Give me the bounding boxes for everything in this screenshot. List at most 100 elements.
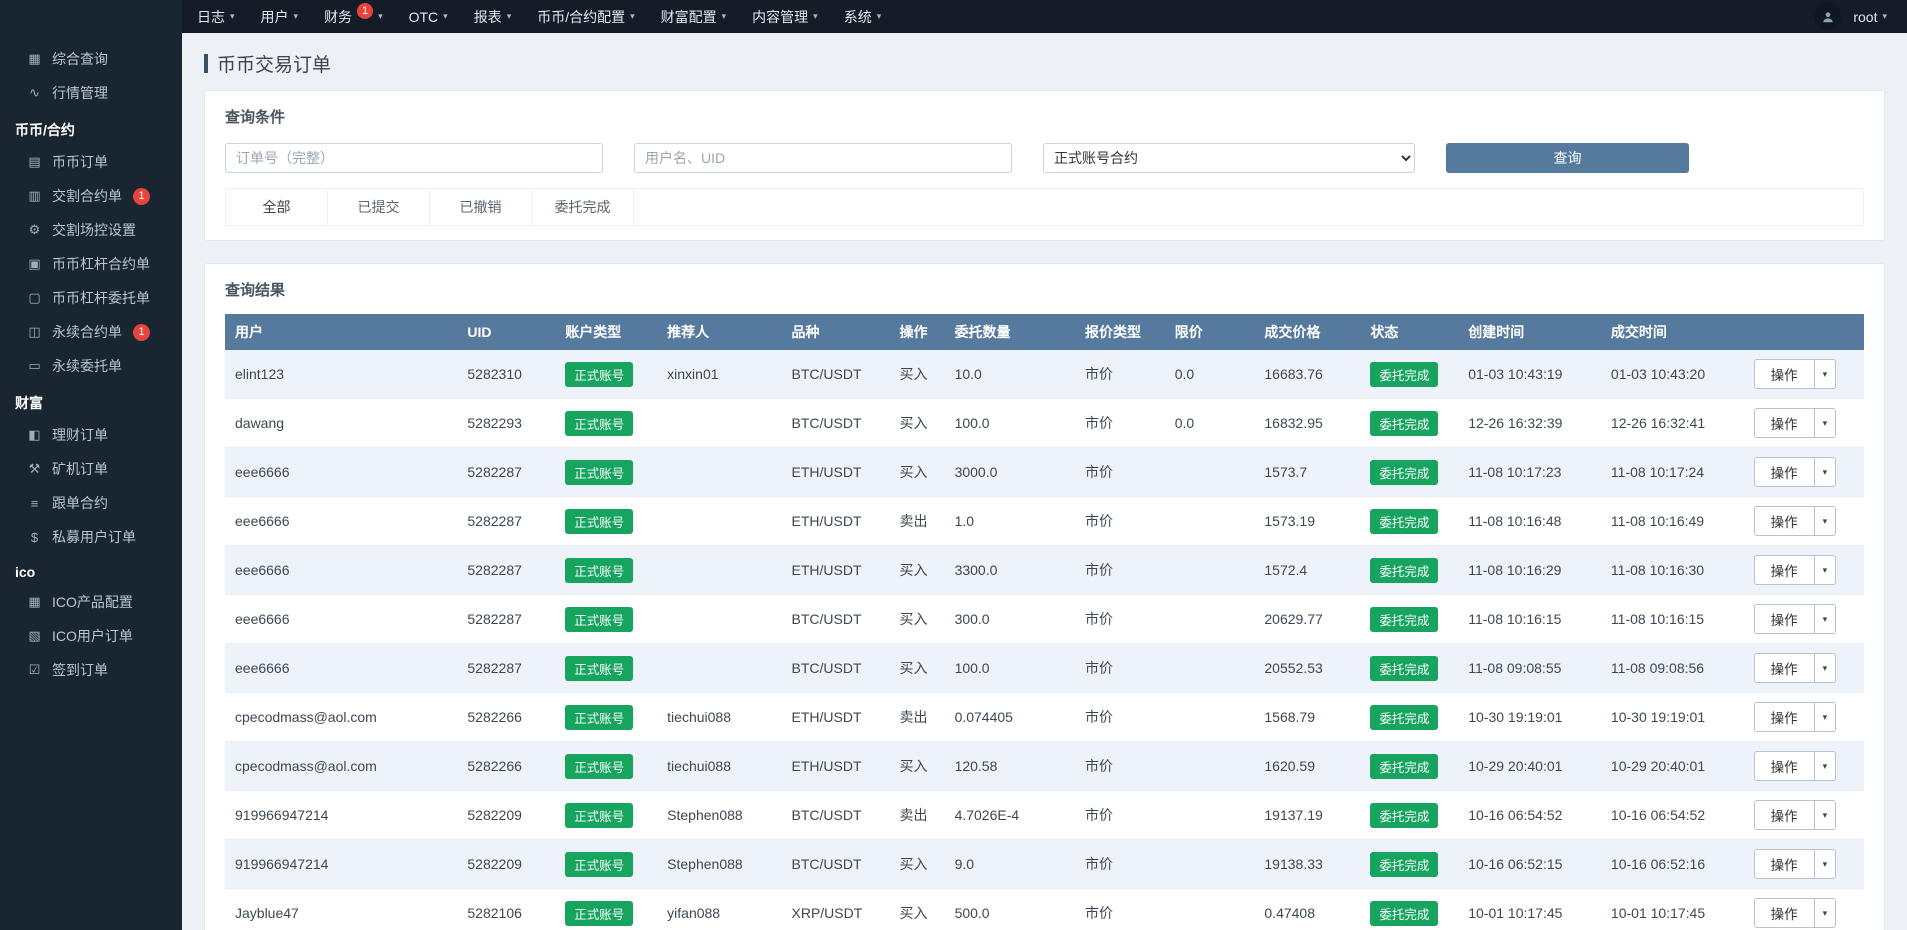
row-action-button[interactable]: 操作 [1754,506,1815,536]
row-action-caret[interactable]: ▾ [1815,702,1837,732]
sidebar-item-coin-margin-delegates[interactable]: ▢币币杠杆委托单 [0,281,182,315]
limit-price-cell: 0.0 [1165,350,1255,399]
nav-item-wealth-config[interactable]: 财富配置▾ [648,0,740,33]
sidebar-item-perpetual-delegates[interactable]: ▭永续委托单 [0,349,182,383]
row-action-button[interactable]: 操作 [1754,849,1815,879]
row-action-group: 操作▾ [1754,800,1837,830]
symbol-cell: XRP/USDT [782,889,890,930]
nav-item-content-management[interactable]: 内容管理▾ [739,0,831,33]
referrer-cell: tiechui088 [657,693,781,742]
dealt-time-cell: 10-30 19:19:01 [1601,693,1744,742]
row-action-button[interactable]: 操作 [1754,751,1815,781]
sidebar-item-private-placement-orders[interactable]: $私募用户订单 [0,520,182,554]
sidebar-item-label: ICO产品配置 [52,592,133,612]
deal-price-cell: 20629.77 [1254,595,1360,644]
sidebar-item-delivery-contracts[interactable]: ▥交割合约单1 [0,179,182,213]
user-avatar-icon[interactable] [1814,3,1841,30]
row-action-caret[interactable]: ▾ [1815,457,1837,487]
row-action-button[interactable]: 操作 [1754,653,1815,683]
uid-cell: 5282287 [457,497,555,546]
user-menu[interactable]: root ▾ [1853,9,1887,25]
search-button[interactable]: 查询 [1446,143,1689,173]
referrer-cell [657,497,781,546]
sidebar-item-checkin-orders[interactable]: ☑签到订单 [0,653,182,687]
user-cell: dawang [225,399,457,448]
chevron-down-icon: ▾ [443,11,448,22]
nav-item-finance[interactable]: 财务1▾ [311,0,396,33]
tab-all[interactable]: 全部 [226,189,328,225]
referrer-cell: yifan088 [657,889,781,930]
tab-completed[interactable]: 委托完成 [532,189,634,225]
amount-cell: 100.0 [945,644,1075,693]
nav-item-system[interactable]: 系统▾ [831,0,895,33]
status-badge: 委托完成 [1370,901,1438,926]
row-action-button[interactable]: 操作 [1754,359,1815,389]
sidebar-item-ico-user-orders[interactable]: ▧ICO用户订单 [0,619,182,653]
status-badge: 委托完成 [1370,460,1438,485]
sidebar-item-coin-margin-contracts[interactable]: ▣币币杠杆合约单 [0,247,182,281]
nav-item-users[interactable]: 用户▾ [248,0,312,33]
status-tabs: 全部已提交已撤销委托完成 [225,188,1864,226]
sidebar-section-ico: ico [0,554,182,585]
limit-price-cell [1165,448,1255,497]
sidebar-item-perpetual-contracts[interactable]: ◫永续合约单1 [0,315,182,349]
nav-item-coin-contract-config[interactable]: 币币/合约配置▾ [524,0,647,33]
sidebar-item-miner-orders[interactable]: ⚒矿机订单 [0,452,182,486]
sidebar-item-coin-orders[interactable]: ▤币币订单 [0,145,182,179]
order-number-input[interactable] [225,143,603,173]
uid-cell: 5282310 [457,350,555,399]
row-action-caret[interactable]: ▾ [1815,751,1837,781]
dealt-time-cell: 12-26 16:32:41 [1601,399,1744,448]
row-action-caret[interactable]: ▾ [1815,800,1837,830]
action-cell: 操作▾ [1744,840,1864,889]
row-action-caret[interactable]: ▾ [1815,604,1837,634]
perpetual-icon: ◫ [26,324,43,340]
row-action-caret[interactable]: ▾ [1815,653,1837,683]
row-action-caret[interactable]: ▾ [1815,506,1837,536]
sidebar-item-delivery-risk-settings[interactable]: ⚙交割场控设置 [0,213,182,247]
deal-price-cell: 19137.19 [1254,791,1360,840]
tab-cancelled[interactable]: 已撤销 [430,189,532,225]
symbol-cell: ETH/USDT [782,497,890,546]
status-badge: 委托完成 [1370,754,1438,779]
sidebar-item-wealth-orders[interactable]: ◧理财订单 [0,418,182,452]
table-row: dawang5282293正式账号BTC/USDT买入100.0市价0.0168… [225,399,1864,448]
row-action-caret[interactable]: ▾ [1815,849,1837,879]
nav-item-otc[interactable]: OTC▾ [396,0,461,33]
tab-submitted[interactable]: 已提交 [328,189,430,225]
dealt-time-cell: 10-29 20:40:01 [1601,742,1744,791]
sidebar-item-ico-product-config[interactable]: ▦ICO产品配置 [0,585,182,619]
row-action-group: 操作▾ [1754,604,1837,634]
row-action-caret[interactable]: ▾ [1815,359,1837,389]
side-cell: 卖出 [890,791,945,840]
table-row: eee66665282287正式账号ETH/USDT卖出1.0市价1573.19… [225,497,1864,546]
nav-item-logs[interactable]: 日志▾ [184,0,248,33]
dashboard-icon: ▦ [26,51,43,67]
row-action-button[interactable]: 操作 [1754,457,1815,487]
title-accent-bar [204,54,208,73]
row-action-button[interactable]: 操作 [1754,555,1815,585]
status-badge: 委托完成 [1370,558,1438,583]
username-uid-input[interactable] [634,143,1012,173]
sidebar-section-coin-contract: 币币/合约 [0,110,182,145]
account-type-badge: 正式账号 [565,558,633,583]
sidebar-item-copy-trading[interactable]: ≡跟单合约 [0,486,182,520]
limit-price-cell [1165,840,1255,889]
row-action-caret[interactable]: ▾ [1815,898,1837,928]
account-type-select[interactable]: 正式账号合约 [1043,143,1415,173]
sidebar-item-market-management[interactable]: ∿行情管理 [0,76,182,110]
limit-price-cell [1165,791,1255,840]
row-action-button[interactable]: 操作 [1754,702,1815,732]
sidebar-item-comprehensive-query[interactable]: ▦综合查询 [0,42,182,76]
row-action-caret[interactable]: ▾ [1815,408,1837,438]
row-action-button[interactable]: 操作 [1754,408,1815,438]
price-type-cell: 市价 [1075,840,1165,889]
row-action-button[interactable]: 操作 [1754,604,1815,634]
nav-item-reports[interactable]: 报表▾ [461,0,525,33]
row-action-button[interactable]: 操作 [1754,800,1815,830]
amount-cell: 100.0 [945,399,1075,448]
row-action-button[interactable]: 操作 [1754,898,1815,928]
column-header: 报价类型 [1075,314,1165,350]
row-action-caret[interactable]: ▾ [1815,555,1837,585]
action-cell: 操作▾ [1744,497,1864,546]
